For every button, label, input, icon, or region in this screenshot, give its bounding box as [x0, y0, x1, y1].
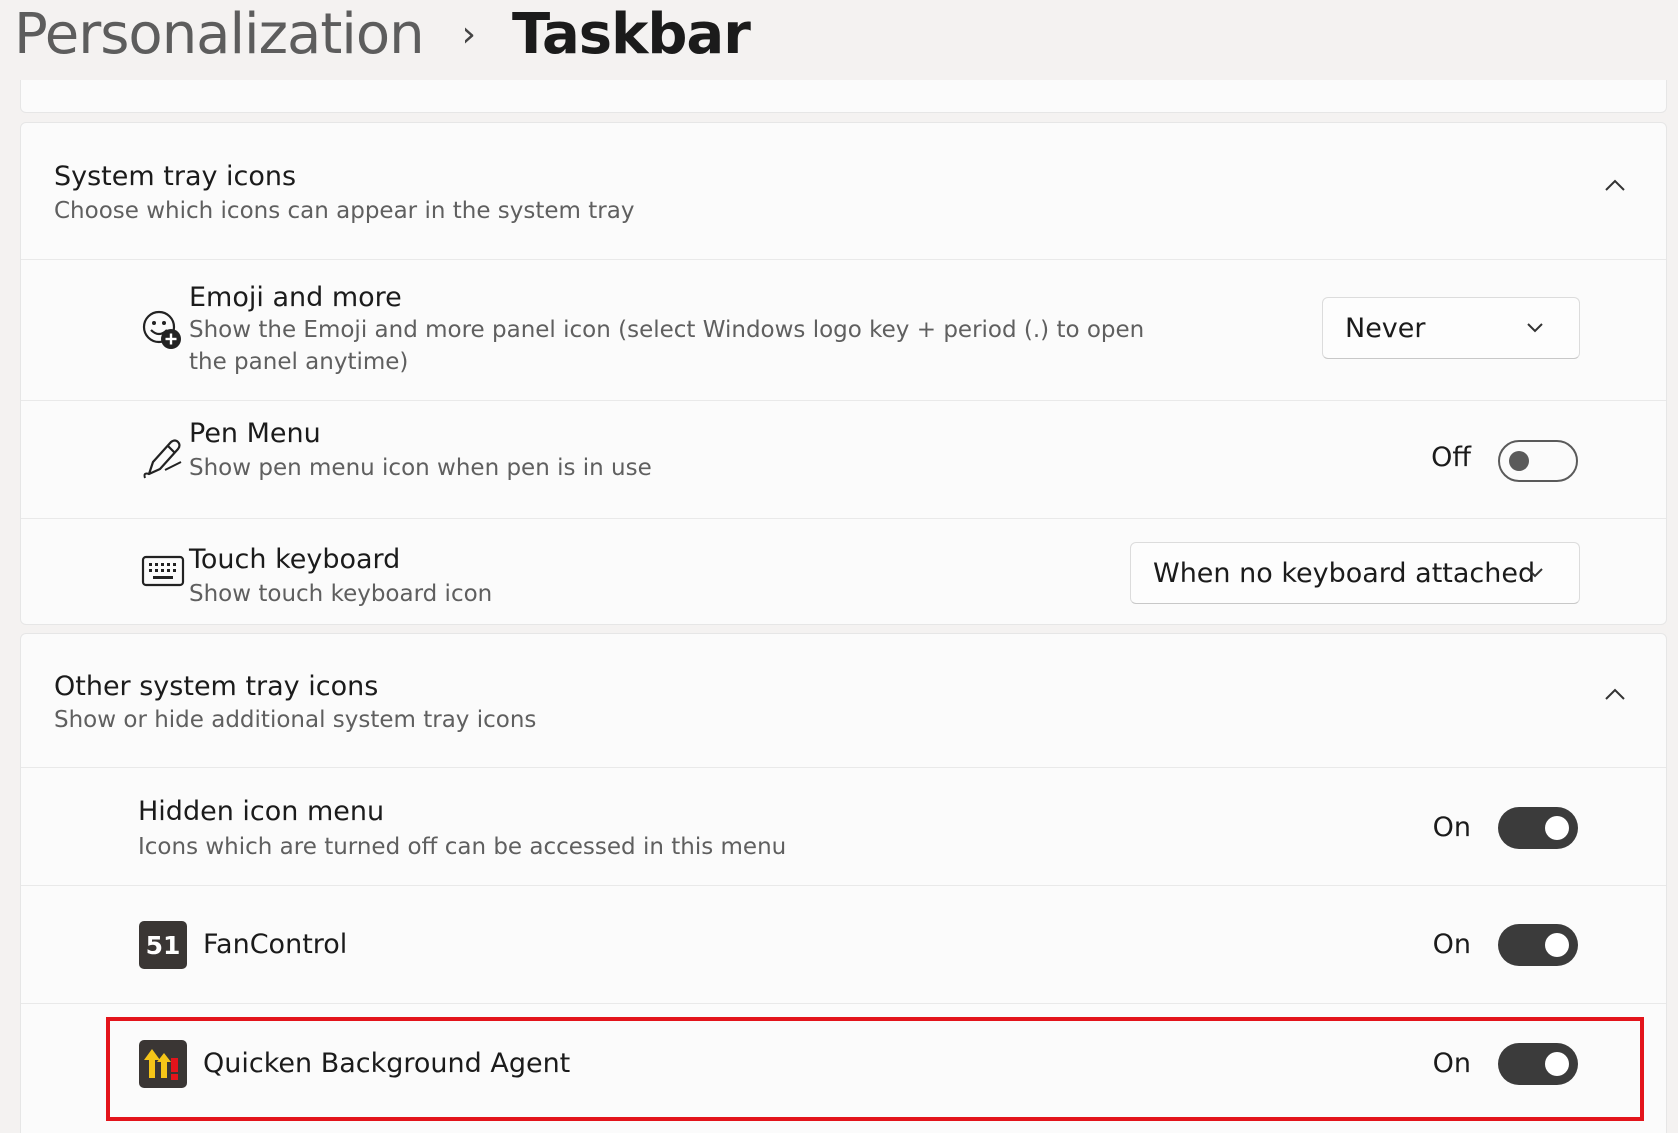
fancontrol-title: FanControl [203, 929, 348, 960]
section-title: Other system tray icons [54, 671, 379, 702]
quicken-app-icon [139, 1040, 187, 1088]
hidden-icon-menu-toggle-label: On [1432, 812, 1471, 843]
toggle-knob [1545, 1052, 1569, 1076]
quicken-toggle-label: On [1432, 1048, 1471, 1079]
touch-keyboard-description: Show touch keyboard icon [189, 581, 493, 607]
fancontrol-toggle-label: On [1432, 929, 1471, 960]
hidden-icon-menu-description: Icons which are turned off can be access… [138, 834, 787, 860]
hidden-icon-menu-row: Hidden icon menu Icons which are turned … [21, 768, 1666, 886]
emoji-title: Emoji and more [189, 282, 402, 313]
emoji-description: Show the Emoji and more panel icon (sele… [189, 317, 1145, 375]
other-system-tray-icons-section: Other system tray icons Show or hide add… [20, 633, 1667, 1133]
section-title: System tray icons [54, 161, 297, 192]
page-title: Taskbar [512, 1, 751, 67]
toggle-knob [1509, 451, 1529, 471]
emoji-and-more-row: Emoji and more Show the Emoji and more p… [21, 260, 1666, 401]
toggle-knob [1545, 816, 1569, 840]
dropdown-value: When no keyboard attached [1153, 557, 1536, 589]
pen-menu-row: Pen Menu Show pen menu icon when pen is … [21, 401, 1666, 519]
system-tray-icons-header[interactable]: System tray icons Choose which icons can… [21, 123, 1666, 260]
breadcrumb: Personalization › Taskbar [14, 0, 751, 74]
chevron-up-icon[interactable] [1600, 680, 1630, 710]
section-description: Show or hide additional system tray icon… [54, 707, 537, 733]
emoji-visibility-dropdown[interactable]: Never [1322, 297, 1580, 359]
other-system-tray-icons-header[interactable]: Other system tray icons Show or hide add… [21, 634, 1666, 768]
quicken-background-agent-title: Quicken Background Agent [203, 1048, 571, 1079]
fancontrol-toggle[interactable] [1498, 924, 1578, 966]
hidden-icon-menu-toggle[interactable] [1498, 807, 1578, 849]
fancontrol-row: 51 FanControl On [21, 886, 1666, 1004]
chevron-up-icon[interactable] [1600, 171, 1630, 201]
touch-keyboard-row: Touch keyboard Show touch keyboard icon … [21, 519, 1666, 624]
previous-section-card [20, 80, 1667, 113]
pen-menu-toggle[interactable] [1498, 440, 1578, 482]
pen-icon [143, 439, 182, 479]
dropdown-value: Never [1345, 312, 1426, 344]
fancontrol-app-icon: 51 [139, 921, 187, 969]
pen-menu-toggle-label: Off [1431, 442, 1471, 473]
pen-menu-title: Pen Menu [189, 418, 321, 449]
quicken-arrows-icon [144, 1049, 178, 1080]
toggle-knob [1545, 933, 1569, 957]
touch-keyboard-title: Touch keyboard [189, 544, 401, 575]
hidden-icon-menu-title: Hidden icon menu [138, 796, 385, 827]
quicken-background-agent-row: Quicken Background Agent On [21, 1004, 1666, 1122]
section-description: Choose which icons can appear in the sys… [54, 198, 635, 224]
pen-menu-description: Show pen menu icon when pen is in use [189, 455, 652, 481]
system-tray-icons-section: System tray icons Choose which icons can… [20, 122, 1667, 625]
chevron-down-icon [1527, 323, 1543, 333]
breadcrumb-separator: › [461, 13, 476, 55]
touch-keyboard-dropdown[interactable]: When no keyboard attached [1130, 542, 1580, 604]
keyboard-icon [141, 555, 185, 587]
chevron-down-icon [1527, 568, 1543, 578]
emoji-icon [142, 310, 181, 349]
quicken-background-agent-toggle[interactable] [1498, 1043, 1578, 1085]
breadcrumb-personalization[interactable]: Personalization [14, 2, 425, 67]
